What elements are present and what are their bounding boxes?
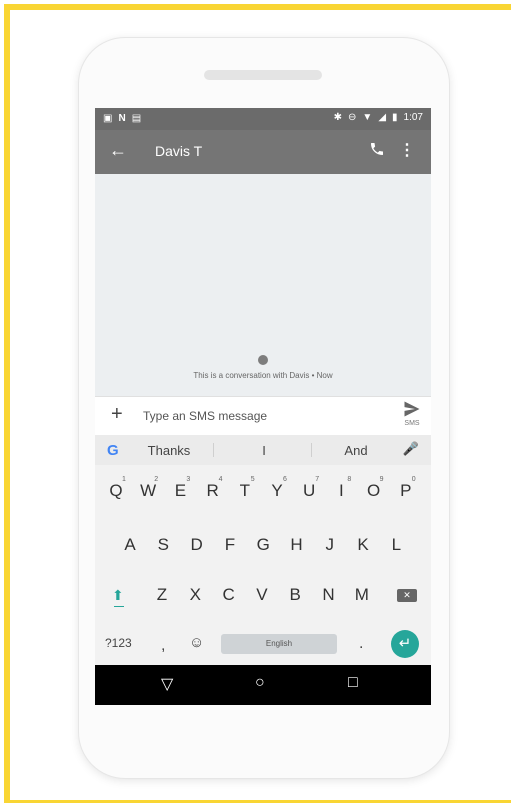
key-hint-0: 0	[411, 476, 416, 483]
key-z[interactable]: Z	[150, 585, 174, 605]
navigation-bar: ▽ ○ □	[95, 665, 431, 705]
nav-recents-icon[interactable]: □	[348, 674, 358, 692]
key-j[interactable]: J	[318, 535, 342, 555]
period-key[interactable]: .	[359, 635, 363, 653]
send-icon	[404, 401, 420, 417]
key-p[interactable]: P	[394, 481, 418, 501]
key-m[interactable]: M	[350, 585, 374, 605]
message-input[interactable]	[141, 408, 365, 424]
key-o[interactable]: O	[362, 481, 386, 501]
key-w[interactable]: W	[136, 481, 160, 501]
key-hint-5: 5	[250, 476, 255, 483]
phone-speaker	[204, 70, 322, 80]
backspace-icon[interactable]: ✕	[397, 589, 417, 602]
bluetooth-icon: ✱	[333, 112, 343, 123]
microphone-icon[interactable]: 🎤	[403, 441, 419, 457]
key-f[interactable]: F	[218, 535, 242, 555]
avatar	[258, 355, 268, 365]
key-k[interactable]: K	[351, 535, 375, 555]
key-hint-2: 2	[154, 476, 159, 483]
image-icon: ▣	[103, 113, 113, 124]
key-hint-1: 1	[122, 476, 126, 483]
conversation-title: Davis T	[155, 143, 203, 159]
conversation-area: This is a conversation with Davis • Now	[95, 174, 431, 396]
key-y[interactable]: Y	[265, 481, 289, 501]
phone-screen: ▣ N ▤ ✱ ⊖ ▼ ◢ ▮ 1:07 ← Davis T ⋮ This is…	[95, 108, 431, 705]
status-bar: ▣ N ▤ ✱ ⊖ ▼ ◢ ▮ 1:07	[95, 108, 431, 130]
key-c[interactable]: C	[217, 585, 241, 605]
do-not-disturb-icon: ⊖	[348, 112, 357, 123]
message-composer: + SMS	[95, 396, 431, 435]
key-n[interactable]: N	[317, 585, 341, 605]
suggestion-3[interactable]: And	[339, 443, 373, 458]
key-x[interactable]: X	[183, 585, 207, 605]
key-u[interactable]: U	[297, 481, 321, 501]
status-time: 1:07	[403, 112, 423, 123]
key-hint-4: 4	[218, 476, 223, 483]
wifi-icon: ▼	[362, 112, 373, 123]
key-r[interactable]: R	[201, 481, 225, 501]
shift-icon[interactable]: ⬆	[112, 587, 124, 604]
key-hint-6: 6	[283, 476, 287, 483]
key-hint-8: 8	[347, 476, 352, 483]
n-icon: N	[118, 113, 126, 124]
key-d[interactable]: D	[185, 535, 209, 555]
nav-back-icon[interactable]: ▽	[161, 674, 173, 694]
symbols-key[interactable]: ?123	[105, 636, 132, 650]
key-hint-9: 9	[379, 476, 384, 483]
space-bar[interactable]: English	[221, 634, 337, 654]
enter-key-icon[interactable]: ↵	[391, 630, 419, 658]
suggestion-divider	[213, 443, 214, 457]
signal-icon: ◢	[378, 112, 387, 123]
send-type-label: SMS	[404, 420, 420, 427]
keyboard: G Thanks I And 🎤 Q1W2E3R4T5Y6U7I8O9P0 AS…	[95, 435, 431, 665]
key-b[interactable]: B	[283, 585, 307, 605]
app-bar: ← Davis T ⋮	[95, 130, 431, 174]
suggestion-strip: G Thanks I And 🎤	[95, 435, 431, 465]
comma-key[interactable]: ,	[161, 637, 165, 655]
key-i[interactable]: I	[329, 481, 353, 501]
suggestion-2[interactable]: I	[249, 443, 279, 458]
key-g[interactable]: G	[251, 535, 275, 555]
key-hint-7: 7	[315, 476, 320, 483]
phone-icon[interactable]	[369, 141, 385, 157]
key-a[interactable]: A	[118, 535, 142, 555]
more-vert-icon[interactable]: ⋮	[399, 140, 415, 160]
key-hint-3: 3	[186, 476, 191, 483]
battery-icon: ▮	[392, 112, 398, 123]
key-q[interactable]: Q	[104, 481, 128, 501]
emoji-icon[interactable]: ☺	[189, 634, 204, 651]
nav-home-icon[interactable]: ○	[255, 674, 265, 692]
suggestion-1[interactable]: Thanks	[143, 443, 195, 458]
send-button[interactable]: SMS	[403, 401, 421, 427]
arrow-left-icon[interactable]: ←	[109, 140, 127, 161]
suggestion-divider	[311, 443, 312, 457]
conversation-info: This is a conversation with Davis • Now	[193, 371, 333, 380]
shift-indicator	[114, 606, 124, 607]
card-icon: ▤	[131, 113, 142, 124]
key-s[interactable]: S	[151, 535, 175, 555]
google-logo-icon[interactable]: G	[107, 442, 119, 459]
key-t[interactable]: T	[233, 481, 257, 501]
add-attachment-icon[interactable]: +	[111, 403, 123, 426]
key-v[interactable]: V	[250, 585, 274, 605]
key-h[interactable]: H	[285, 535, 309, 555]
key-e[interactable]: E	[168, 481, 192, 501]
key-l[interactable]: L	[384, 535, 408, 555]
